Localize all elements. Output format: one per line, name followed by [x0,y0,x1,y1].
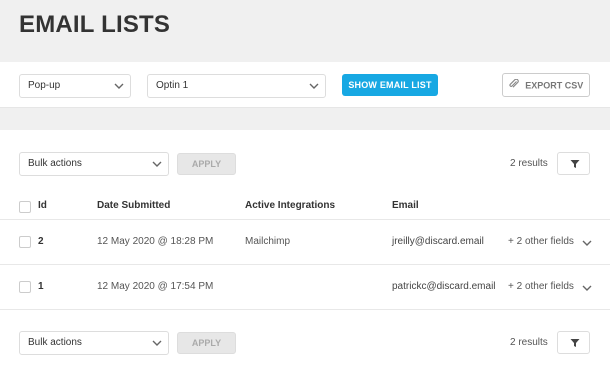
type-select-value: Pop-up [28,80,61,91]
select-all-checkbox[interactable] [19,201,31,213]
filter-button[interactable] [557,152,590,175]
row-checkbox[interactable] [19,281,31,293]
export-csv-label: EXPORT CSV [525,80,584,91]
section-divider [0,108,610,130]
bulk-actions-value: Bulk actions [28,158,82,169]
column-header-date[interactable]: Date Submitted [97,200,170,211]
module-select-value: Optin 1 [156,80,189,91]
chevron-down-icon [309,75,319,97]
filter-icon [570,160,580,168]
export-csv-button[interactable]: EXPORT CSV [502,73,590,97]
row-checkbox[interactable] [19,236,31,248]
row-more-fields[interactable]: + 2 other fields [508,236,574,247]
bulk-actions-select-bottom[interactable]: Bulk actions [19,331,169,355]
filter-button-bottom[interactable] [557,331,590,354]
show-email-list-button[interactable]: SHOW EMAIL LIST [342,74,438,96]
row-id: 2 [38,236,44,247]
column-header-integrations: Active Integrations [245,200,336,211]
table-divider [0,264,610,265]
chevron-down-icon [152,332,162,354]
filter-icon [570,339,580,347]
row-email: jreilly@discard.email [392,236,484,247]
row-more-fields[interactable]: + 2 other fields [508,281,574,292]
module-select[interactable]: Optin 1 [147,74,326,98]
row-integration: Mailchimp [245,236,291,247]
apply-button-bottom[interactable]: APPLY [177,332,236,354]
column-header-id[interactable]: Id [38,200,47,211]
table-divider [0,309,610,310]
attachment-icon [509,75,519,97]
results-count-bottom: 2 results [510,337,548,348]
bulk-actions-select[interactable]: Bulk actions [19,152,169,176]
table-divider [0,219,610,220]
bulk-actions-value: Bulk actions [28,337,82,348]
page-title: EMAIL LISTS [19,11,171,38]
type-select[interactable]: Pop-up [19,74,131,98]
chevron-down-icon[interactable] [582,237,594,247]
chevron-down-icon [114,75,124,97]
row-id: 1 [38,281,44,292]
chevron-down-icon [152,153,162,175]
results-count: 2 results [510,158,548,169]
apply-button[interactable]: APPLY [177,153,236,175]
row-date: 12 May 2020 @ 17:54 PM [97,281,214,292]
chevron-down-icon[interactable] [582,282,594,292]
column-header-email: Email [392,200,419,211]
row-email: patrickc@discard.email [392,281,496,292]
row-date: 12 May 2020 @ 18:28 PM [97,236,214,247]
page-header: EMAIL LISTS [0,0,610,62]
